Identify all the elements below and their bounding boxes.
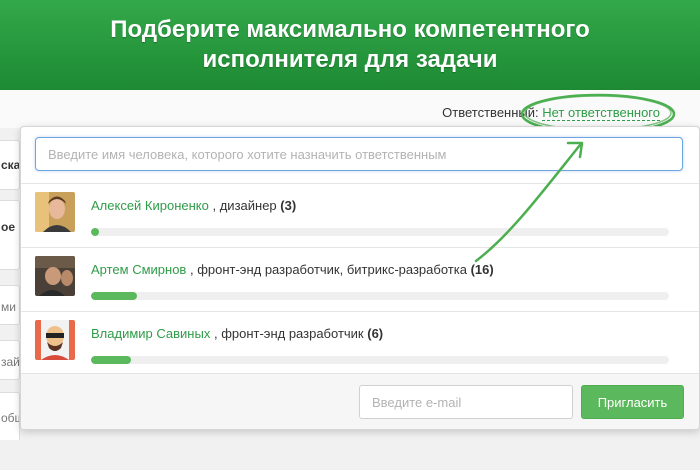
user-list: Алексей Кироненко , дизайнер (3) Артем С…	[21, 183, 699, 375]
user-info: Артем Смирнов , фронт-энд разработчик, б…	[91, 262, 494, 277]
workload-bar-fill	[91, 228, 100, 236]
background-card-1: ска	[0, 140, 20, 190]
user-task-count: (16)	[470, 262, 494, 277]
user-role: , фронт-энд разработчик	[213, 326, 364, 341]
workload-bar-fill	[91, 356, 132, 364]
user-role: , дизайнер	[212, 198, 277, 213]
background-card-3: ми	[0, 285, 20, 325]
user-info: Владимир Савиных , фронт-энд разработчик…	[91, 326, 383, 341]
user-name[interactable]: Владимир Савиных	[91, 326, 210, 341]
user-row[interactable]: Артем Смирнов , фронт-энд разработчик, б…	[21, 247, 699, 311]
banner-title-line-2: исполнителя для задачи	[202, 46, 498, 73]
invite-button[interactable]: Пригласить	[581, 385, 684, 419]
user-info: Алексей Кироненко , дизайнер (3)	[91, 198, 296, 213]
user-avatar	[35, 256, 75, 296]
user-role: , фронт-энд разработчик, битрикс-разрабо…	[189, 262, 467, 277]
user-row[interactable]: Владимир Савиных , фронт-энд разработчик…	[21, 311, 699, 375]
workload-bar	[91, 228, 669, 236]
user-avatar	[35, 320, 75, 360]
banner-title-line-1: Подберите максимально компетентного	[110, 16, 590, 43]
invite-email-input[interactable]	[359, 385, 573, 419]
user-row[interactable]: Алексей Кироненко , дизайнер (3)	[21, 183, 699, 247]
user-avatar	[35, 192, 75, 232]
responsible-select-link[interactable]: Нет ответственного	[542, 105, 660, 121]
assignee-dropdown: Алексей Кироненко , дизайнер (3) Артем С…	[20, 126, 700, 430]
background-card-4: зай	[0, 340, 20, 380]
workload-bar-fill	[91, 292, 138, 300]
assignee-search-input[interactable]	[35, 137, 683, 171]
background-card-5: общ	[0, 392, 20, 442]
promo-banner: Подберите максимально компетентного испо…	[0, 0, 700, 90]
user-task-count: (6)	[367, 326, 384, 341]
invite-footer: Пригласить	[21, 373, 699, 429]
responsible-field: Ответственный: Нет ответственного	[442, 105, 660, 121]
workload-bar	[91, 292, 669, 300]
page-bottom-area	[0, 440, 700, 470]
background-card-2: ое	[0, 200, 20, 270]
user-name[interactable]: Алексей Кироненко	[91, 198, 209, 213]
search-wrapper	[35, 137, 683, 171]
banner-title: Подберите максимально компетентного испо…	[110, 15, 590, 75]
responsible-label: Ответственный:	[442, 105, 539, 120]
user-task-count: (3)	[280, 198, 297, 213]
workload-bar	[91, 356, 669, 364]
user-name[interactable]: Артем Смирнов	[91, 262, 186, 277]
